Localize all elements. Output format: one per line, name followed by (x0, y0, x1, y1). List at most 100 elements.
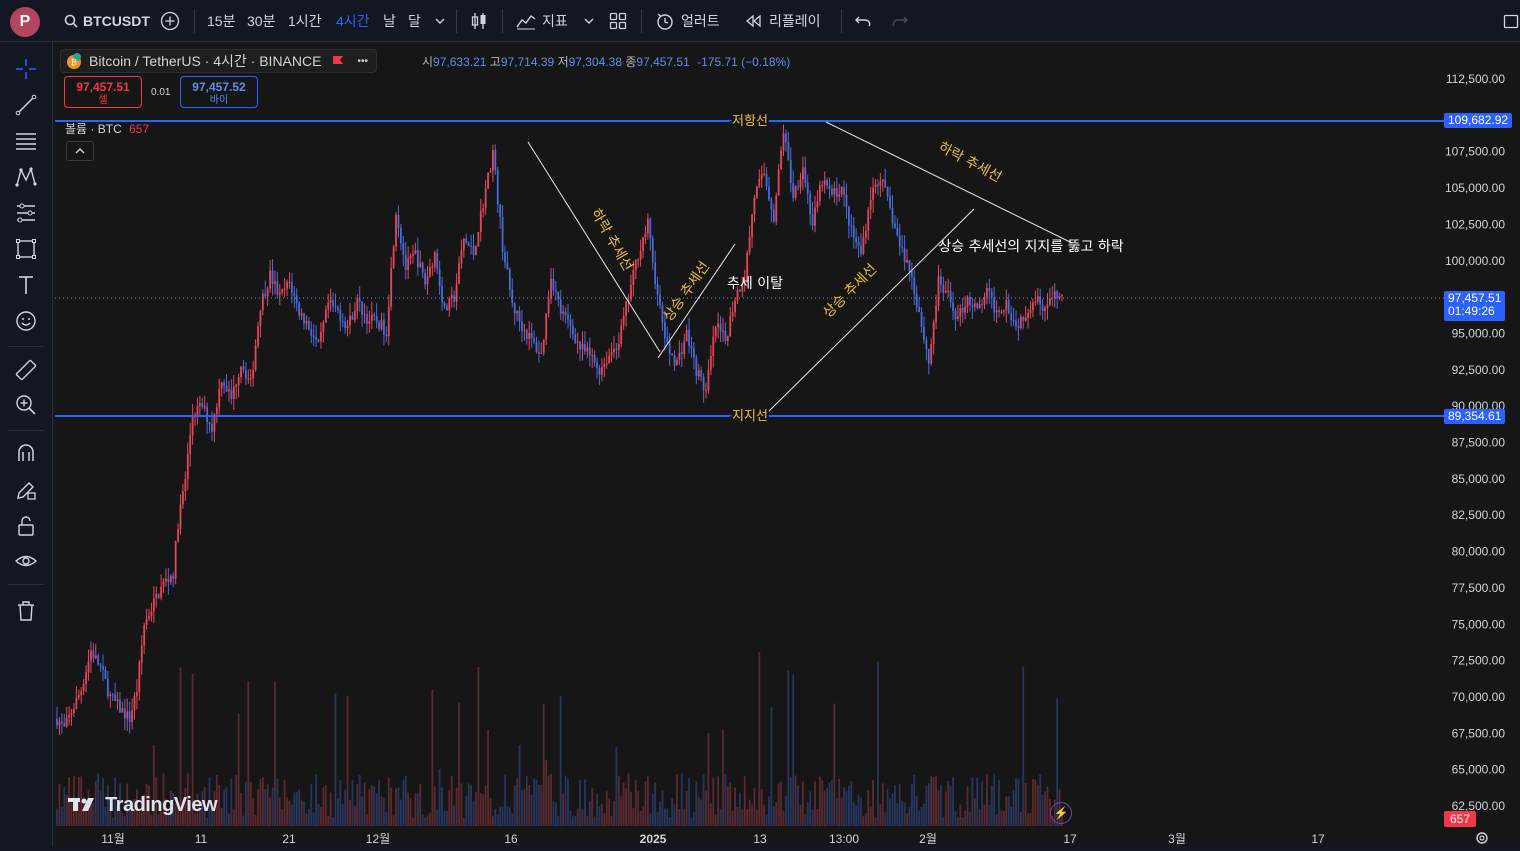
candle-body (315, 337, 318, 340)
candle-body (87, 660, 90, 673)
candle-body (952, 302, 954, 311)
volume-bar (581, 809, 584, 826)
volume-bar (593, 816, 596, 826)
volume-bar (695, 781, 698, 826)
volume-bar (310, 784, 313, 826)
candle-body (630, 284, 632, 300)
candle-body (591, 354, 594, 356)
candle-body (797, 186, 799, 188)
volume-bar (494, 808, 497, 826)
candle-body (770, 199, 773, 210)
candle-body (937, 276, 940, 306)
volume-bar (339, 780, 342, 826)
tradingview-logo[interactable]: TradingView (68, 794, 218, 817)
candle-body (119, 699, 121, 713)
candle-body (334, 306, 337, 308)
candle-body (361, 301, 364, 315)
sell-button[interactable]: 97,457.51 셀 (64, 76, 142, 108)
candle-body (370, 314, 373, 321)
price-chart[interactable]: 저항선 지지선 하락 추세선 상승 추세선 추세 이탈 상승 추세선 하락 추세… (0, 0, 1520, 846)
candle-body (458, 263, 460, 284)
candle-body (511, 289, 514, 303)
candle-body (644, 233, 647, 238)
volume-bar (741, 809, 744, 826)
candle-body (642, 237, 644, 251)
volume-bar (901, 800, 904, 826)
symbol-legend[interactable]: ₿ Bitcoin / TetherUS · 4시간 · BINANCE ••• (60, 49, 377, 73)
buy-button[interactable]: 97,457.52 바이 (180, 76, 258, 108)
candle-body (869, 199, 872, 210)
volume-bar (659, 802, 661, 826)
candle-body (506, 262, 509, 270)
candle-body (782, 133, 785, 151)
volume-bar (1022, 666, 1025, 826)
volume-bar (441, 787, 443, 826)
volume-bar (835, 797, 838, 826)
volume-bar (666, 808, 669, 826)
volume-legend[interactable]: 볼륨 · BTC 657 (65, 120, 149, 137)
volume-bar (58, 784, 61, 826)
candle-body (288, 282, 291, 284)
candle-body (894, 223, 896, 228)
candle-body (174, 541, 177, 579)
candle-body (843, 187, 845, 195)
open-value: 97,633.21 (433, 55, 487, 69)
price-axis[interactable]: 112,500.00 107,500.00 105,000.00 102,500.00… (1445, 72, 1505, 813)
price-tick-label: 107,500.00 (1445, 145, 1505, 159)
candle-body (470, 245, 473, 247)
volume-bar (1046, 786, 1049, 826)
candle-body (976, 303, 979, 309)
close-label: 종 (625, 55, 637, 69)
volume-bar (542, 703, 545, 826)
candle-body (637, 259, 640, 261)
volume-bar (380, 796, 383, 826)
volume-bar (804, 813, 807, 826)
candle-body (1041, 304, 1044, 312)
volume-bar (1024, 782, 1027, 826)
volume-bar (598, 806, 601, 826)
down-trendline-2[interactable] (825, 121, 1073, 244)
candle-body (673, 355, 676, 366)
candle-body (1012, 320, 1015, 322)
candle-body (443, 302, 446, 306)
candle-body (693, 348, 695, 358)
candle-body (988, 287, 991, 292)
volume-bar (545, 759, 548, 826)
volume-bar (1027, 813, 1029, 826)
candle-body (1019, 316, 1022, 329)
candle-body (189, 435, 192, 455)
low-label: 저 (557, 55, 569, 69)
volume-bar (1036, 784, 1039, 826)
volume-bar (295, 792, 298, 826)
candle-body (765, 173, 768, 187)
collapse-button[interactable] (66, 141, 94, 161)
legend-more-button[interactable]: ••• (357, 56, 368, 67)
time-axis[interactable]: 11월 11 21 12월 16 2025 13 13:00 2월 17 3월 17 (101, 832, 1325, 846)
candle-body (94, 655, 97, 659)
candle-body (867, 209, 870, 231)
volume-bar (373, 786, 376, 826)
volume-bar (952, 776, 954, 826)
volume-bar (596, 793, 598, 826)
candle-body (487, 172, 489, 189)
candle-body (814, 207, 816, 226)
candle-body (484, 188, 487, 209)
candle-body (671, 353, 674, 356)
volume-bar (722, 730, 724, 826)
volume-bar (56, 808, 58, 826)
flag-icon[interactable] (331, 54, 345, 68)
lightning-icon[interactable]: ⚡ (1050, 802, 1072, 824)
candle-body (961, 308, 964, 313)
volume-bar (521, 790, 523, 826)
candle-body (593, 354, 596, 363)
volume-bar (264, 789, 267, 826)
candle-body (891, 207, 894, 224)
candle-body (358, 298, 361, 302)
volume-bar (852, 802, 855, 826)
candle-body (620, 324, 623, 344)
settings-icon[interactable] (1474, 830, 1490, 851)
volume-bar (932, 777, 935, 826)
candle-body (421, 262, 424, 273)
price-tick-label: 100,000.00 (1445, 254, 1505, 268)
candle-body (259, 310, 262, 327)
